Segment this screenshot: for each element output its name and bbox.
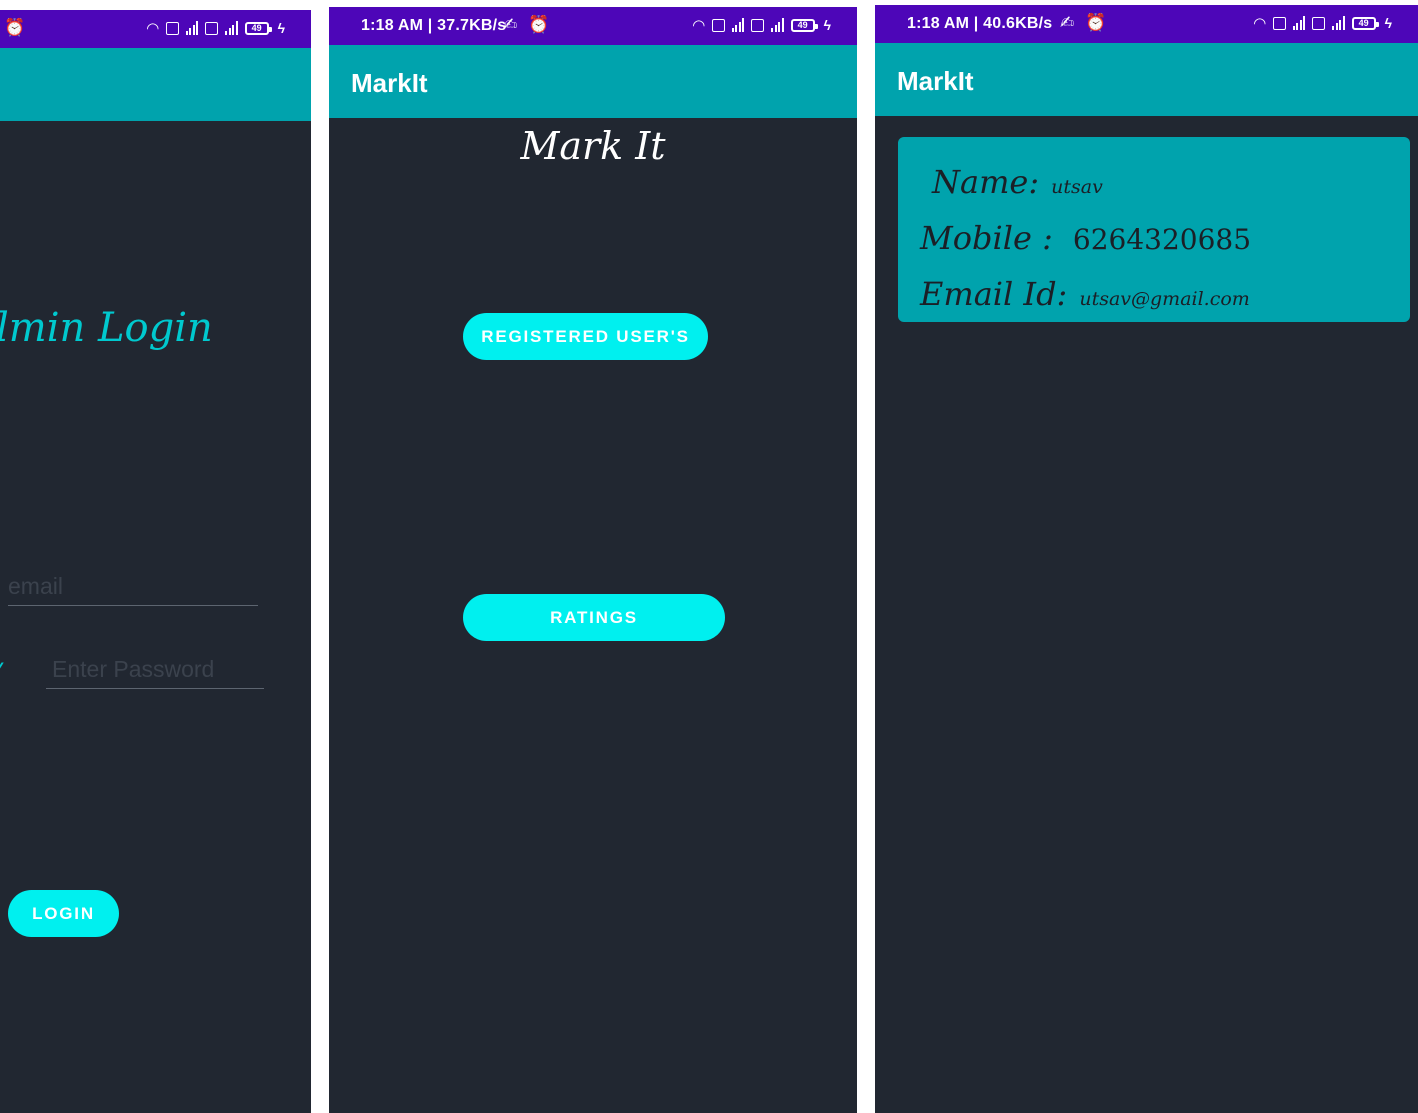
wifi-icon: ◠: [1254, 15, 1266, 32]
email-field[interactable]: [8, 572, 258, 606]
status-time: 1:18 AM | 40.6KB/s: [907, 15, 1053, 32]
app-title: MarkIt: [897, 66, 974, 96]
signal-icon: [185, 21, 199, 35]
status-icons: ◠ 49 ϟ: [1254, 14, 1392, 32]
login-button[interactable]: LOGIN: [8, 890, 119, 937]
battery-icon: 49: [244, 21, 272, 35]
markit-logo: Mark It: [520, 124, 666, 168]
battery-icon: 49: [1351, 16, 1379, 30]
user-card[interactable]: Name: utsav Mobile : 6264320685 Email Id: u…: [898, 137, 1410, 322]
signal-icon: [771, 18, 784, 32]
data-saver-icon: ✍: [503, 15, 518, 34]
sim-icon: [165, 21, 179, 35]
status-bar: 1:18 AM | 40.6KB/s ✍ ⏰ ◠ 49 ϟ: [875, 5, 1418, 43]
name-value: utsav: [1051, 176, 1103, 198]
app-bar: MarkIt: [329, 45, 857, 118]
name-label: Name:: [932, 163, 1040, 201]
sim-icon: [751, 18, 765, 32]
user-details-screen: 1:18 AM | 40.6KB/s ✍ ⏰ ◠ 49 ϟ MarkIt Nam…: [875, 5, 1418, 1113]
admin-login-screen: ⏰ ◠ 49 ϟ lmin Login ⁄ LOGIN: [0, 10, 311, 1113]
alarm-icon: ⏰: [528, 15, 550, 34]
password-field[interactable]: [46, 655, 264, 689]
sim-icon: [1272, 16, 1286, 30]
wifi-icon: ◠: [147, 20, 159, 37]
admin-login-heading: lmin Login: [0, 305, 213, 351]
charging-icon: ϟ: [1384, 15, 1392, 31]
ratings-button[interactable]: RATINGS: [463, 594, 725, 641]
user-name-row: Name: utsav: [932, 163, 1103, 201]
status-bar: 1:18 AM | 37.7KB/s ✍ ⏰ ◠ 49 ϟ: [329, 7, 857, 45]
app-bar: MarkIt: [875, 43, 1418, 116]
mobile-value: 6264320685: [1072, 223, 1252, 256]
registered-users-button[interactable]: REGISTERED USER'S: [463, 313, 708, 360]
status-time: 1:18 AM | 37.7KB/s: [361, 17, 507, 34]
sim-icon: [205, 21, 219, 35]
status-icons: ◠ 49 ϟ: [693, 16, 831, 34]
status-bar: ⏰ ◠ 49 ϟ: [0, 10, 311, 48]
wifi-icon: ◠: [693, 17, 705, 34]
admin-menu-screen: 1:18 AM | 37.7KB/s ✍ ⏰ ◠ 49 ϟ MarkIt Mar…: [329, 7, 857, 1113]
app-title: MarkIt: [351, 68, 428, 98]
email-value: utsav@gmail.com: [1079, 288, 1250, 310]
email-label: Email Id:: [920, 275, 1068, 313]
user-email-row: Email Id: utsav@gmail.com: [920, 275, 1250, 313]
signal-icon: [1332, 16, 1345, 30]
status-icons: ◠ 49 ϟ: [147, 19, 285, 37]
alarm-icon: ⏰: [4, 18, 26, 37]
signal-icon: [731, 18, 745, 32]
data-saver-icon: ✍: [1060, 13, 1075, 32]
charging-icon: ϟ: [277, 20, 285, 36]
sim-icon: [711, 18, 725, 32]
signal-icon: [1292, 16, 1306, 30]
user-mobile-row: Mobile : 6264320685: [920, 219, 1251, 257]
app-bar: [0, 48, 311, 121]
sim-icon: [1312, 16, 1326, 30]
mobile-label: Mobile :: [920, 219, 1053, 257]
signal-icon: [225, 21, 238, 35]
charging-icon: ϟ: [823, 17, 831, 33]
alarm-icon: ⏰: [1085, 13, 1107, 32]
battery-icon: 49: [790, 18, 818, 32]
